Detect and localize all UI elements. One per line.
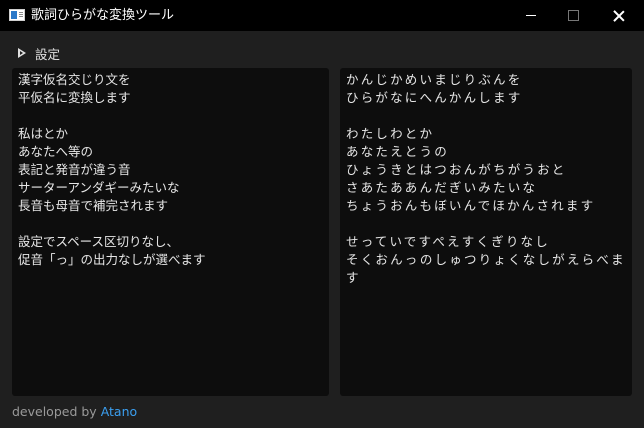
output-textarea[interactable]: かんじかめいまじりぶんを ひらがなにへんかんします わたしわとか あなたえとうの… [340,68,632,396]
window-title: 歌詞ひらがな変換ツール [31,8,175,23]
close-icon [613,10,625,22]
output-text: かんじかめいまじりぶんを ひらがなにへんかんします わたしわとか あなたえとうの… [346,72,626,285]
maximize-button[interactable] [550,0,596,31]
minimize-icon [526,15,536,16]
settings-label: 設定 [35,46,61,62]
close-button[interactable] [596,0,642,31]
footer-credit: developed by Atano [12,404,137,420]
title-bar[interactable]: 歌詞ひらがな変換ツール [0,0,644,31]
maximize-icon [567,10,579,21]
minimize-button[interactable] [508,0,554,31]
input-textarea[interactable]: 漢字仮名交じり文を 平仮名に変換します 私はとか あなたへ等の 表記と発音が違う… [12,68,329,396]
app-icon [9,9,25,21]
input-text: 漢字仮名交じり文を 平仮名に変換します 私はとか あなたへ等の 表記と発音が違う… [18,72,206,267]
play-triangle-icon [18,48,26,58]
author-link[interactable]: Atano [101,404,137,419]
footer-prefix: developed by [12,404,97,419]
settings-toggle[interactable]: 設定 [18,44,60,62]
